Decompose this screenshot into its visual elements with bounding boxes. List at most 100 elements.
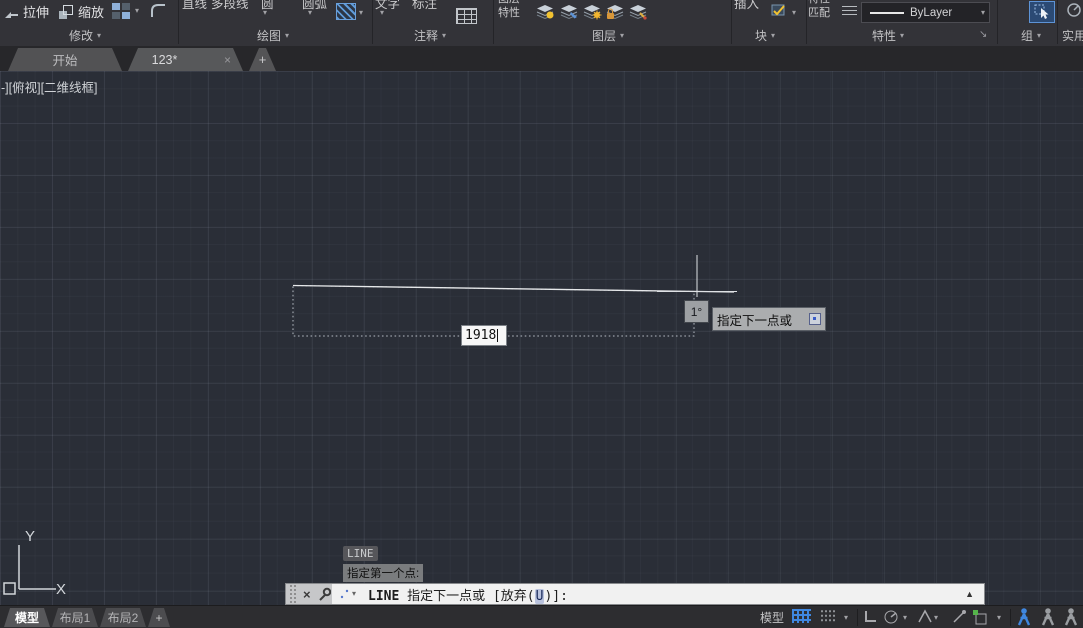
match-properties-button[interactable]: 特性 匹配 [808,0,830,20]
layer-lock-icon[interactable] [605,4,625,25]
object-snap-dropdown-icon[interactable]: ▾ [997,614,1001,622]
array-button[interactable]: ▾ [111,2,139,20]
new-layout-button[interactable]: + [148,608,170,627]
layer-properties-button[interactable]: 图层 特性 [498,0,520,20]
tooltip-option-icon [809,313,821,325]
prompt-history-command: LINE [343,546,378,561]
scale-button[interactable]: 缩放 [58,2,104,21]
recent-commands-dropdown-icon: ▾ [352,590,356,598]
block-panel-text: 块 [755,27,767,44]
polar-dropdown-icon[interactable]: ▾ [903,614,907,622]
tab-start[interactable]: 开始 [8,48,122,71]
status-divider [857,609,858,626]
annotation-visibility-toggle[interactable] [1016,607,1033,627]
modify-panel-label[interactable]: 修改 ▾ [40,27,130,44]
recent-commands-button[interactable]: ▾ [340,588,356,600]
line-button[interactable]: 直线 [182,0,207,12]
layer-properties-line2: 特性 [498,6,520,20]
edit-attribute-icon[interactable] [771,3,787,23]
status-divider [1010,609,1011,626]
customize-wrench-icon[interactable] [317,586,331,602]
draw-panel-label[interactable]: 绘图 ▾ [228,27,318,44]
insert-button[interactable]: 插入 [734,0,759,12]
dimension-button[interactable]: 标注 [412,0,437,12]
status-bar: 模型 布局1 布局2 + 模型 ▾ ▾ ▾ [0,605,1083,628]
annotate-panel-label[interactable]: 注释 ▾ [385,27,475,44]
measure-icon[interactable] [1066,2,1082,23]
layers-panel-text: 图层 [592,27,616,44]
block-dropdown-icon[interactable]: ▾ [792,9,796,17]
tab-model[interactable]: 模型 [4,608,50,627]
model-space-label: 模型 [760,609,784,626]
tab-drawing-label: 123* [152,53,178,67]
model-space-toggle[interactable]: 模型 [760,609,784,626]
arc-button[interactable]: 圆弧 [302,0,327,12]
dynamic-length-input[interactable]: 1918 [461,325,507,346]
linetype-list-icon[interactable] [842,6,857,17]
isodraft-dropdown-icon[interactable]: ▾ [934,614,938,622]
tab-drawing-123[interactable]: 123* × [128,48,243,71]
polar-tracking-toggle[interactable] [883,609,899,624]
fillet-button[interactable] [149,2,167,19]
dynamic-angle-value: 1° [691,305,702,319]
command-option-key[interactable]: U [535,589,545,604]
arc-dropdown-icon[interactable]: ▾ [308,9,312,17]
autocad-window: 拉伸 缩放 ▾ 直线 多段线 圆 ▾ 圆弧 ▾ ▾ 文字 ▾ 标注 [0,0,1083,628]
command-line-prompt: 指定下一点或 [放弃( [399,589,534,604]
command-palette[interactable]: × ▾ LINE 指定下一点或 [放弃(U)]: ▲ [285,583,985,605]
isodraft-toggle[interactable] [917,609,932,624]
tab-layout2[interactable]: 布局2 [100,608,146,627]
properties-panel-label[interactable]: 特性 ▾ [843,27,933,44]
drawing-canvas[interactable]: -][俯视][二维线框] Y X [0,71,1083,605]
linetype-select[interactable]: ByLayer ▾ [861,2,990,23]
layer-freeze-thaw-icon[interactable] [582,4,602,25]
grid-toggle[interactable] [792,609,811,623]
polyline-button[interactable]: 多段线 [211,0,249,12]
object-snap-tracking-toggle[interactable] [952,609,967,624]
command-line-prompt-end: )]: [544,589,567,604]
layer-onoff-icon[interactable] [535,4,555,25]
stretch-button[interactable]: 拉伸 [3,2,49,21]
isodraft-icon [917,609,932,624]
panel-divider [372,0,373,44]
group-select-button[interactable] [1029,1,1055,23]
circle-dropdown-icon[interactable]: ▾ [263,9,267,17]
prompt-history-first-point: 指定第一个点: [343,564,423,582]
annotation-person-blue-icon [1016,607,1033,627]
fillet-icon [149,2,167,19]
table-icon[interactable] [456,8,477,24]
layer-state-icon[interactable] [628,4,648,25]
auto-annotation-scale-toggle[interactable] [1040,607,1057,627]
scale-icon [58,4,74,20]
modify-panel-dropdown-icon: ▾ [97,32,101,40]
new-tab-button[interactable]: + [249,48,276,71]
ortho-toggle[interactable] [863,609,878,624]
snap-toggle[interactable] [820,609,837,623]
text-dropdown-icon[interactable]: ▾ [380,9,384,17]
tab-layout1[interactable]: 布局1 [52,608,98,627]
linetype-dropdown-icon: ▾ [981,9,985,17]
object-snap-tracking-icon [952,609,967,624]
palette-drag-handle[interactable] [289,584,297,604]
snap-dropdown-icon[interactable]: ▾ [844,614,848,622]
palette-expand-icon[interactable]: ▲ [965,589,974,599]
ribbon: 拉伸 缩放 ▾ 直线 多段线 圆 ▾ 圆弧 ▾ ▾ 文字 ▾ 标注 [0,0,1083,46]
annotation-scale-button[interactable] [1063,607,1080,627]
palette-close-icon[interactable]: × [303,587,311,602]
tab-close-icon[interactable]: × [224,53,231,67]
grid-icon [792,609,811,623]
text-caret [497,329,498,342]
block-panel-label[interactable]: 块 ▾ [720,27,810,44]
command-line-text[interactable]: LINE 指定下一点或 [放弃(U)]: [368,585,568,604]
layer-isolate-icon[interactable] [559,4,579,25]
modify-panel-text: 修改 [69,27,93,44]
annotation-person-gray2-icon [1063,607,1080,627]
array-dropdown-icon[interactable]: ▾ [135,7,139,15]
hatch-dropdown-icon[interactable]: ▾ [359,9,363,17]
object-snap-toggle[interactable] [972,609,989,625]
properties-panel-text: 特性 [872,27,896,44]
utility-panel-label[interactable]: 实用 [1062,27,1083,44]
text-button[interactable]: 文字 [375,0,400,12]
layers-panel-label[interactable]: 图层 ▾ [563,27,653,44]
hatch-icon[interactable] [336,3,356,20]
